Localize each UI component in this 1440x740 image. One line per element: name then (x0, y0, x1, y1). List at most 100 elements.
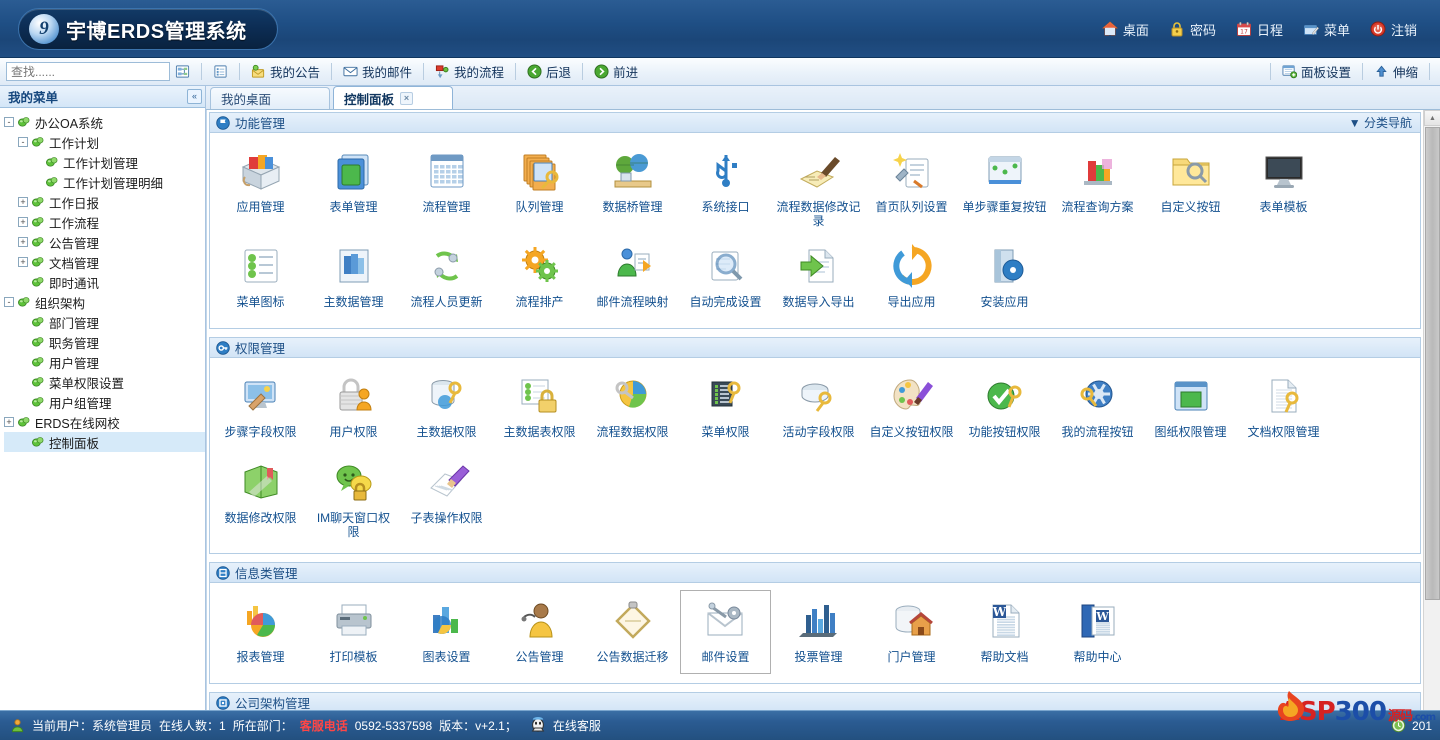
app-item[interactable]: 流程数据修改记录 (773, 140, 864, 233)
qq-icon[interactable] (530, 717, 546, 734)
app-item[interactable]: 文档权限管理 (1238, 365, 1329, 449)
app-item[interactable]: 流程查询方案 (1052, 140, 1143, 233)
panel-settings-button[interactable]: 面板设置 (1277, 60, 1356, 83)
topnav-item-schedule[interactable]: 17 日程 (1227, 16, 1292, 43)
panel-header[interactable]: 公司架构管理 (210, 693, 1420, 710)
app-item[interactable]: 步骤字段权限 (215, 365, 306, 449)
collapse-icon[interactable]: - (4, 117, 14, 127)
collapse-icon[interactable]: - (18, 137, 28, 147)
expand-icon[interactable]: + (18, 237, 28, 247)
panel-header[interactable]: 权限管理 (210, 338, 1420, 358)
app-item[interactable]: 功能按钮权限 (959, 365, 1050, 449)
tree-item[interactable]: - 办公OA系统 (4, 112, 205, 132)
expand-icon[interactable]: + (18, 197, 28, 207)
app-item[interactable]: 流程人员更新 (401, 235, 492, 319)
forward-button[interactable]: 前进 (589, 60, 643, 83)
app-item[interactable]: 邮件流程映射 (587, 235, 678, 319)
tree-item[interactable]: + ERDS在线网校 (4, 412, 205, 432)
scroll-up-button[interactable]: ▲ (1424, 110, 1440, 126)
app-item[interactable]: 菜单权限 (680, 365, 771, 449)
tree-item[interactable]: + 工作日报 (4, 192, 205, 212)
app-item[interactable]: 图表设置 (401, 590, 492, 674)
app-item[interactable]: 数据桥管理 (587, 140, 678, 233)
tree-item[interactable]: + 文档管理 (4, 252, 205, 272)
app-item[interactable]: W 帮助文档 (959, 590, 1050, 674)
app-item[interactable]: IM聊天窗口权限 (308, 451, 399, 544)
app-item[interactable]: 子表操作权限 (401, 451, 492, 544)
expand-icon[interactable]: + (4, 417, 14, 427)
tree-item[interactable]: 控制面板 (4, 432, 205, 452)
app-item[interactable]: 公告管理 (494, 590, 585, 674)
app-item[interactable]: 流程数据权限 (587, 365, 678, 449)
app-item[interactable]: 菜单图标 (215, 235, 306, 319)
collapse-icon[interactable]: - (4, 297, 14, 307)
app-item[interactable]: 自定义按钮 (1145, 140, 1236, 233)
tree-item[interactable]: - 组织架构 (4, 292, 205, 312)
tab-我的桌面[interactable]: 我的桌面 (210, 87, 330, 109)
topnav-item-menu[interactable]: 菜单 (1294, 16, 1359, 43)
app-item[interactable]: 安装应用 (959, 235, 1050, 319)
tree-item[interactable]: 职务管理 (4, 332, 205, 352)
app-item[interactable]: 流程管理 (401, 140, 492, 233)
back-button[interactable]: 后退 (522, 60, 576, 83)
app-item[interactable]: 数据导入导出 (773, 235, 864, 319)
scrollbar-thumb[interactable] (1425, 127, 1440, 600)
app-item[interactable]: 数据修改权限 (215, 451, 306, 544)
app-item[interactable]: 报表管理 (215, 590, 306, 674)
tree-item[interactable]: 菜单权限设置 (4, 372, 205, 392)
tree-item[interactable]: - 工作计划 (4, 132, 205, 152)
app-item[interactable]: 邮件设置 (680, 590, 771, 674)
app-item[interactable]: 表单管理 (308, 140, 399, 233)
topnav-item-password[interactable]: 密码 (1160, 16, 1225, 43)
tree-item[interactable]: 用户管理 (4, 352, 205, 372)
app-item[interactable]: 队列管理 (494, 140, 585, 233)
app-item[interactable]: 活动字段权限 (773, 365, 864, 449)
app-item[interactable]: 我的流程按钮 (1052, 365, 1143, 449)
tree-item[interactable]: 即时通讯 (4, 272, 205, 292)
app-item[interactable]: 首页队列设置 (866, 140, 957, 233)
app-item[interactable]: 表单模板 (1238, 140, 1329, 233)
tree-item[interactable]: + 公告管理 (4, 232, 205, 252)
topnav-item-desktop[interactable]: 桌面 (1093, 16, 1158, 43)
tab-控制面板[interactable]: 控制面板 × (333, 86, 453, 109)
app-item[interactable]: W 帮助中心 (1052, 590, 1143, 674)
app-item[interactable]: 主数据权限 (401, 365, 492, 449)
app-item[interactable]: 公告数据迁移 (587, 590, 678, 674)
tree-item[interactable]: 部门管理 (4, 312, 205, 332)
expand-collapse-button[interactable]: 伸缩 (1369, 60, 1423, 83)
tree-item[interactable]: 工作计划管理 (4, 152, 205, 172)
app-item[interactable]: 主数据管理 (308, 235, 399, 319)
list-button[interactable] (208, 62, 233, 81)
tree-item[interactable]: 工作计划管理明细 (4, 172, 205, 192)
app-item[interactable]: 投票管理 (773, 590, 864, 674)
online-service-link[interactable]: 在线客服 (553, 717, 601, 734)
expand-icon[interactable]: + (18, 217, 28, 227)
app-item[interactable]: 图纸权限管理 (1145, 365, 1236, 449)
app-item[interactable]: 门户管理 (866, 590, 957, 674)
tree-item[interactable]: 用户组管理 (4, 392, 205, 412)
panel-header[interactable]: 信息类管理 (210, 563, 1420, 583)
app-item[interactable]: 系统接口 (680, 140, 771, 233)
panel-header[interactable]: 功能管理 ▼ 分类导航 (210, 113, 1420, 133)
category-nav-button[interactable]: ▼ 分类导航 (1349, 114, 1412, 131)
app-item[interactable]: 单步骤重复按钮 (959, 140, 1050, 233)
app-item[interactable]: 自动完成设置 (680, 235, 771, 319)
my-announcements-button[interactable]: 我的公告 (246, 60, 325, 83)
chevron-left-double-icon[interactable]: « (187, 89, 202, 104)
app-item[interactable]: 打印模板 (308, 590, 399, 674)
close-icon[interactable]: × (400, 91, 414, 105)
sitemap-button[interactable] (170, 62, 195, 81)
topnav-item-logout[interactable]: 注销 (1361, 16, 1426, 43)
my-flow-button[interactable]: 我的流程 (430, 60, 509, 83)
app-item[interactable]: 用户权限 (308, 365, 399, 449)
app-item[interactable]: 主数据表权限 (494, 365, 585, 449)
app-item[interactable]: 自定义按钮权限 (866, 365, 957, 449)
app-item[interactable]: 流程排产 (494, 235, 585, 319)
app-item[interactable]: 导出应用 (866, 235, 957, 319)
search-input[interactable] (6, 62, 170, 81)
vertical-scrollbar[interactable]: ▲ (1423, 110, 1440, 710)
app-item[interactable]: 应用管理 (215, 140, 306, 233)
tree-item[interactable]: + 工作流程 (4, 212, 205, 232)
expand-icon[interactable]: + (18, 257, 28, 267)
my-mail-button[interactable]: 我的邮件 (338, 60, 417, 83)
